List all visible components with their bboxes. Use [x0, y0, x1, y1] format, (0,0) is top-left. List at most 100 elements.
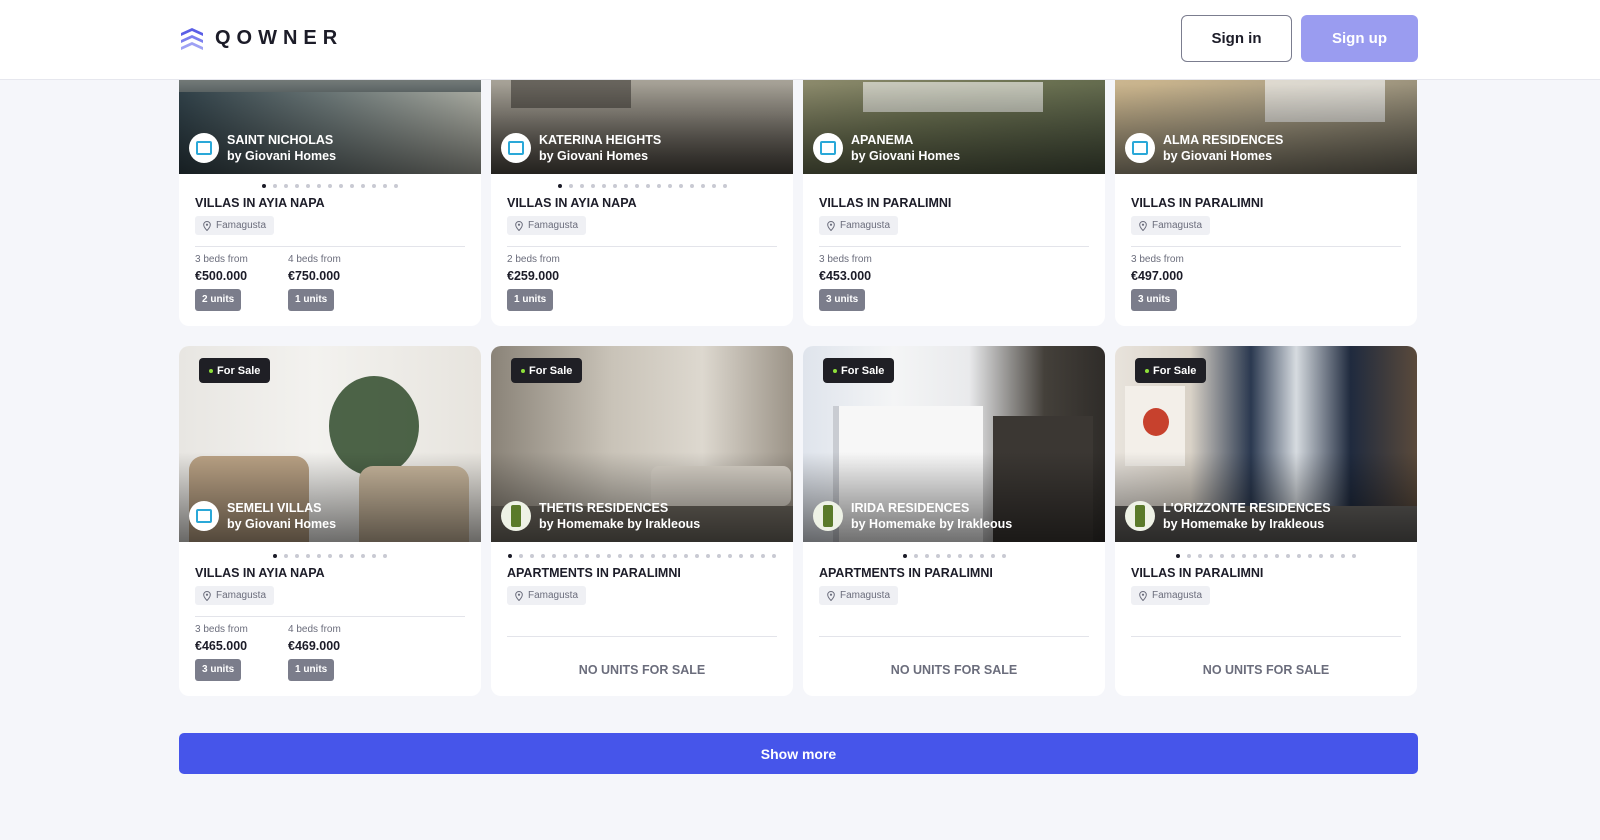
- price-block: 4 beds from €469.000 1 units: [288, 624, 341, 681]
- listing-card[interactable]: APANEMA by Giovani Homes VILLAS IN PARALI…: [803, 60, 1105, 326]
- developer-logo: [813, 133, 843, 163]
- price-block: 3 beds from €453.000 3 units: [819, 254, 872, 311]
- developer-info: SEMELI VILLAS by Giovani Homes: [189, 500, 336, 532]
- carousel-dots[interactable]: [1115, 554, 1417, 558]
- listing-type: VILLAS IN PARALIMNI: [1131, 566, 1264, 580]
- status-badge: For Sale: [823, 358, 895, 383]
- divider: [507, 246, 777, 247]
- location-tag: Famagusta: [1131, 216, 1211, 235]
- developer-logo: [813, 501, 843, 531]
- units-badge[interactable]: 1 units: [507, 289, 554, 311]
- listing-card[interactable]: SAINT NICHOLAS by Giovani Homes VILLAS IN…: [179, 60, 481, 326]
- developer-logo: [1125, 133, 1155, 163]
- location-tag: Famagusta: [1131, 586, 1211, 605]
- logo[interactable]: QOWNER: [179, 25, 343, 51]
- units-badge[interactable]: 3 units: [1131, 289, 1178, 311]
- divider: [819, 636, 1089, 637]
- listing-type: VILLAS IN AYIA NAPA: [195, 196, 325, 210]
- project-name: L'ORIZZONTE RESIDENCES: [1163, 501, 1331, 515]
- price-value: €750.000: [288, 269, 341, 283]
- beds-label: 3 beds from: [1131, 254, 1184, 265]
- price-block: 3 beds from €497.000 3 units: [1131, 254, 1184, 311]
- developer-info: KATERINA HEIGHTS by Giovani Homes: [501, 132, 661, 164]
- listing-image[interactable]: For Sale L'ORIZZONTE RESIDENCES by Homema…: [1115, 346, 1417, 542]
- status-dot-icon: [1145, 368, 1149, 373]
- developer-info: ALMA RESIDENCES by Giovani Homes: [1125, 132, 1283, 164]
- beds-label: 2 beds from: [507, 254, 560, 265]
- divider: [1131, 246, 1401, 247]
- carousel-dots[interactable]: [491, 554, 793, 558]
- carousel-dots[interactable]: [179, 554, 481, 558]
- location-pin-icon: [203, 590, 211, 601]
- carousel-dots[interactable]: [491, 184, 793, 188]
- location-label: Famagusta: [1152, 590, 1203, 601]
- price-block: 4 beds from €750.000 1 units: [288, 254, 341, 311]
- status-badge-label: For Sale: [841, 364, 885, 377]
- location-pin-icon: [1139, 590, 1147, 601]
- beds-label: 3 beds from: [819, 254, 872, 265]
- units-badge[interactable]: 2 units: [195, 289, 242, 311]
- listing-image[interactable]: For Sale IRIDA RESIDENCES by Homemake by …: [803, 346, 1105, 542]
- no-units-message: NO UNITS FOR SALE: [890, 663, 1018, 677]
- listing-type: VILLAS IN PARALIMNI: [819, 196, 952, 210]
- divider: [195, 246, 465, 247]
- listing-card[interactable]: ALMA RESIDENCES by Giovani Homes VILLAS I…: [1115, 60, 1417, 326]
- sign-in-button[interactable]: Sign in: [1181, 15, 1292, 62]
- units-badge[interactable]: 1 units: [288, 659, 335, 681]
- status-dot-icon: [833, 368, 837, 373]
- location-tag: Famagusta: [195, 586, 275, 605]
- units-badge[interactable]: 3 units: [819, 289, 866, 311]
- listing-card[interactable]: KATERINA HEIGHTS by Giovani Homes VILLAS …: [491, 60, 793, 326]
- location-pin-icon: [515, 220, 523, 231]
- location-label: Famagusta: [1152, 220, 1203, 231]
- status-badge: For Sale: [511, 358, 583, 383]
- status-badge-label: For Sale: [217, 364, 261, 377]
- location-tag: Famagusta: [819, 586, 899, 605]
- price-block: 3 beds from €465.000 3 units: [195, 624, 248, 681]
- units-badge[interactable]: 3 units: [195, 659, 242, 681]
- listing-card[interactable]: For Sale L'ORIZZONTE RESIDENCES by Homema…: [1115, 346, 1417, 696]
- status-badge-label: For Sale: [529, 364, 573, 377]
- no-units-message: NO UNITS FOR SALE: [578, 663, 706, 677]
- listing-card[interactable]: For Sale SEMELI VILLAS by Giovani Homes V…: [179, 346, 481, 696]
- location-tag: Famagusta: [195, 216, 275, 235]
- divider: [1131, 636, 1401, 637]
- developer-info: SAINT NICHOLAS by Giovani Homes: [189, 132, 336, 164]
- project-name: KATERINA HEIGHTS: [539, 133, 662, 147]
- developer-logo: [189, 133, 219, 163]
- project-name: IRIDA RESIDENCES: [851, 501, 970, 515]
- developer-info: IRIDA RESIDENCES by Homemake by Irakleous: [813, 500, 1012, 532]
- carousel-dots[interactable]: [179, 184, 481, 188]
- carousel-dots[interactable]: [803, 554, 1105, 558]
- location-label: Famagusta: [840, 220, 891, 231]
- project-name: THETIS RESIDENCES: [539, 501, 669, 515]
- location-pin-icon: [515, 590, 523, 601]
- price-value: €500.000: [195, 269, 248, 283]
- status-dot-icon: [521, 368, 525, 373]
- location-label: Famagusta: [216, 220, 267, 231]
- price-value: €465.000: [195, 639, 248, 653]
- beds-label: 4 beds from: [288, 624, 341, 635]
- project-name: SEMELI VILLAS: [227, 501, 322, 515]
- price-value: €453.000: [819, 269, 872, 283]
- divider: [195, 616, 465, 617]
- developer-name: by Giovani Homes: [539, 149, 649, 163]
- price-block: 2 beds from €259.000 1 units: [507, 254, 560, 311]
- listing-image[interactable]: For Sale SEMELI VILLAS by Giovani Homes: [179, 346, 481, 542]
- divider: [507, 636, 777, 637]
- listing-type: VILLAS IN PARALIMNI: [1131, 196, 1264, 210]
- logo-text: QOWNER: [215, 26, 344, 49]
- project-name: APANEMA: [851, 133, 914, 147]
- developer-name: by Giovani Homes: [1163, 149, 1273, 163]
- developer-name: by Giovani Homes: [851, 149, 961, 163]
- listing-type: VILLAS IN AYIA NAPA: [195, 566, 325, 580]
- listing-image[interactable]: For Sale THETIS RESIDENCES by Homemake by…: [491, 346, 793, 542]
- listing-card[interactable]: For Sale IRIDA RESIDENCES by Homemake by …: [803, 346, 1105, 696]
- sign-up-button[interactable]: Sign up: [1301, 15, 1418, 62]
- developer-name: by Homemake by Irakleous: [851, 517, 1013, 531]
- beds-label: 3 beds from: [195, 624, 248, 635]
- listing-card[interactable]: For Sale THETIS RESIDENCES by Homemake by…: [491, 346, 793, 696]
- units-badge[interactable]: 1 units: [288, 289, 335, 311]
- show-more-button[interactable]: Show more: [179, 733, 1418, 774]
- developer-logo: [501, 501, 531, 531]
